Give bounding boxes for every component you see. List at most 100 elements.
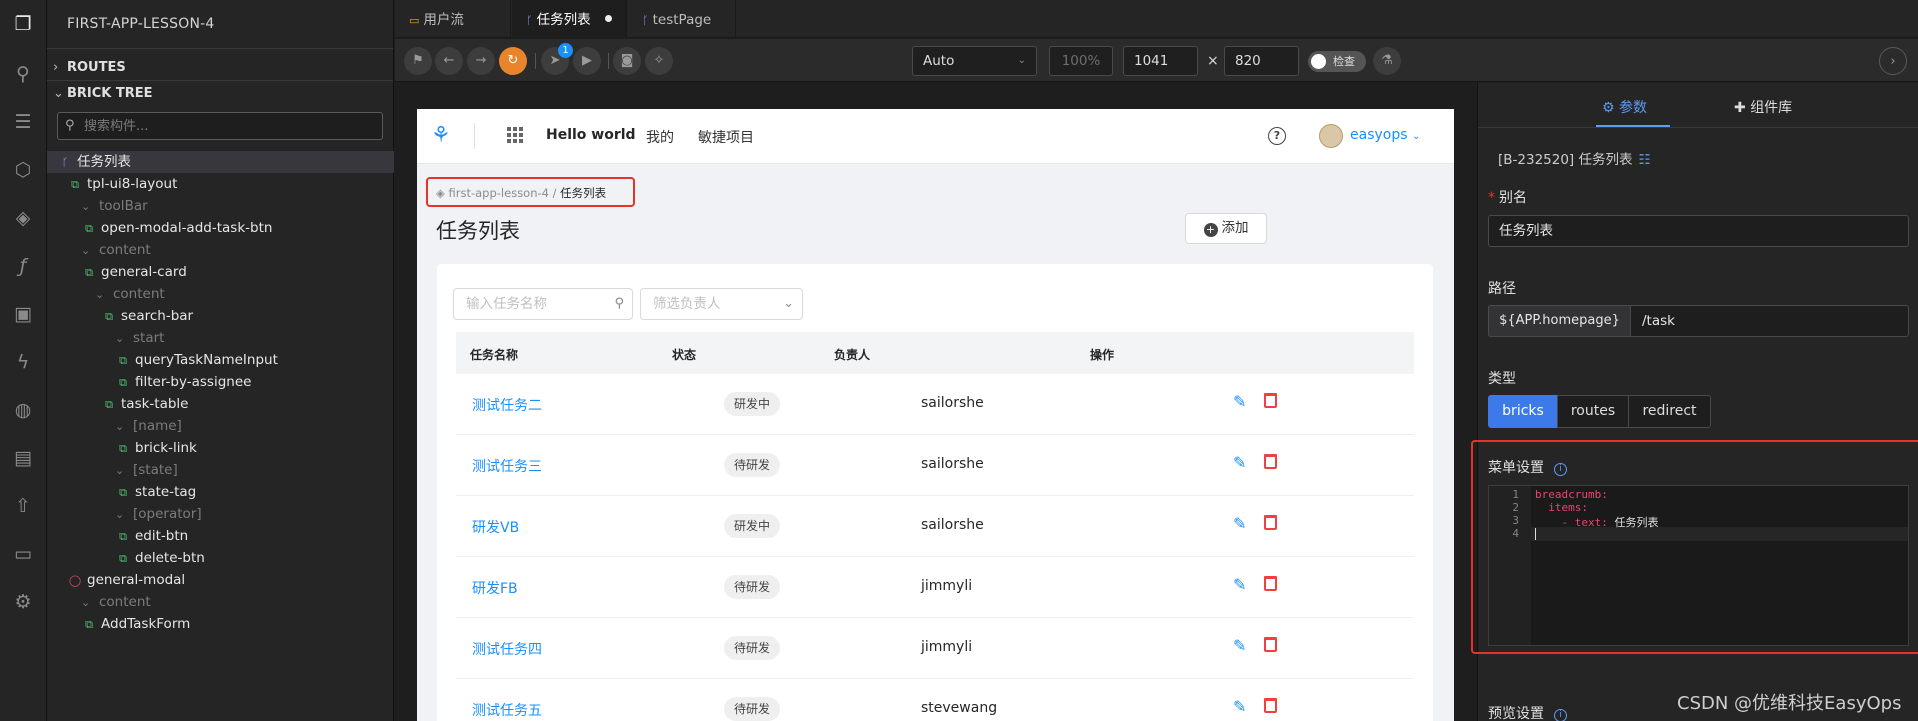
- inspect-toggle[interactable]: 检查: [1308, 51, 1366, 72]
- tree-slot[interactable]: ⌄ start: [47, 327, 394, 349]
- tree-node[interactable]: ⧉ filter-by-assignee: [47, 371, 394, 393]
- globe-icon[interactable]: ◍: [11, 398, 35, 422]
- location-pin-icon[interactable]: ⚑: [404, 47, 432, 75]
- edit-icon[interactable]: ✎: [1233, 453, 1246, 472]
- nav-item-mine[interactable]: 我的: [646, 127, 674, 147]
- routes-section[interactable]: › ROUTES: [53, 60, 126, 75]
- tree-node[interactable]: ⧉ state-tag: [47, 481, 394, 503]
- functions-icon[interactable]: ƒ: [11, 254, 35, 278]
- edit-icon[interactable]: ✎: [1233, 392, 1246, 411]
- back-icon[interactable]: ←: [435, 47, 463, 75]
- tree-node[interactable]: ⧉ delete-btn: [47, 547, 394, 569]
- bricks-icon[interactable]: ⬡: [11, 158, 35, 182]
- tree-node[interactable]: ⧉ general-card: [47, 261, 394, 283]
- user-menu[interactable]: easyops ⌄: [1350, 127, 1420, 143]
- search-icon[interactable]: ⚲: [11, 62, 35, 86]
- alias-field[interactable]: 任务列表: [1488, 215, 1909, 247]
- type-option-routes[interactable]: routes: [1557, 395, 1629, 428]
- play-icon[interactable]: ▶: [573, 47, 601, 75]
- height-field[interactable]: 820: [1224, 46, 1299, 76]
- code-line: breadcrumb:: [1535, 488, 1608, 501]
- brick-tree-section[interactable]: ⌄ BRICK TREE: [53, 86, 153, 101]
- lightbulb-icon[interactable]: ✧: [645, 47, 673, 75]
- tree-slot[interactable]: ⌄ content: [47, 283, 394, 305]
- brick-search-input[interactable]: [84, 117, 374, 135]
- layers-icon[interactable]: ◈: [11, 206, 35, 230]
- delete-icon[interactable]: [1264, 637, 1277, 652]
- help-icon[interactable]: ?: [1268, 127, 1286, 145]
- tree-slot[interactable]: ⌄ [operator]: [47, 503, 394, 525]
- tab-library[interactable]: ✚ 组件库: [1734, 97, 1792, 117]
- task-name-link[interactable]: 研发VB: [472, 517, 519, 537]
- info-icon[interactable]: i: [1554, 709, 1567, 721]
- brick-icon: ⧉: [85, 618, 93, 631]
- tree-node[interactable]: ⧉ AddTaskForm: [47, 613, 394, 635]
- reload-icon[interactable]: ↻: [499, 47, 527, 75]
- add-task-button[interactable]: + 添加: [1185, 213, 1267, 244]
- tree-slot[interactable]: ⌄ content: [47, 591, 394, 613]
- task-name-link[interactable]: 测试任务五: [472, 700, 542, 720]
- tree-node[interactable]: ᚴ 任务列表: [47, 151, 394, 173]
- tab-params[interactable]: ⚙ 参数: [1602, 97, 1647, 117]
- image-icon[interactable]: ▣: [11, 302, 35, 326]
- tab-user-flow[interactable]: ▭ 用户流: [395, 0, 511, 38]
- tree-slot[interactable]: ⌄ toolBar: [47, 195, 394, 217]
- avatar[interactable]: [1319, 124, 1343, 148]
- send-icon[interactable]: ➤ 1: [541, 43, 573, 75]
- task-name-link[interactable]: 测试任务四: [472, 639, 542, 659]
- width-field[interactable]: 1041: [1123, 46, 1198, 76]
- app-logo-icon[interactable]: ⚘: [431, 123, 451, 148]
- rocket-icon[interactable]: ⇧: [11, 494, 35, 518]
- task-name-link[interactable]: 测试任务二: [472, 395, 542, 415]
- task-name-link[interactable]: 测试任务三: [472, 456, 542, 476]
- tab-task-list[interactable]: ᚴ 任务列表: [512, 0, 627, 38]
- tree-node[interactable]: ⧉ tpl-ui8-layout: [47, 173, 394, 195]
- delete-icon[interactable]: [1264, 393, 1277, 408]
- yaml-editor[interactable]: 1 breadcrumb: 2 items: 3 - text: 任务列表 4: [1488, 485, 1909, 646]
- task-name-link[interactable]: 研发FB: [472, 578, 518, 598]
- edit-icon[interactable]: ✎: [1233, 514, 1246, 533]
- info-icon[interactable]: i: [1554, 463, 1567, 476]
- preview-settings-label: 预览设置 i: [1488, 703, 1567, 721]
- task-name-input[interactable]: 输入任务名称 ⚲: [453, 288, 633, 320]
- breadcrumb-parent[interactable]: first-app-lesson-4: [449, 186, 549, 200]
- edit-icon[interactable]: ✎: [1233, 697, 1246, 716]
- tree-slot[interactable]: ⌄ [name]: [47, 415, 394, 437]
- camera-icon[interactable]: ◙: [613, 47, 641, 75]
- pages-icon[interactable]: ❐: [11, 12, 35, 36]
- zoom-field[interactable]: 100%: [1049, 46, 1113, 76]
- delete-icon[interactable]: [1264, 454, 1277, 469]
- device-select[interactable]: Auto ⌄: [912, 46, 1037, 76]
- tree-slot[interactable]: ⌄ [state]: [47, 459, 394, 481]
- assignee-select[interactable]: 筛选负责人 ⌄: [640, 288, 803, 320]
- brick-tree-label: BRICK TREE: [67, 86, 153, 101]
- chevron-right-icon[interactable]: ›: [1879, 47, 1907, 75]
- app-grid-icon[interactable]: [507, 127, 523, 143]
- tab-test-page[interactable]: ᚴ testPage: [628, 0, 736, 38]
- delete-icon[interactable]: [1264, 698, 1277, 713]
- forward-icon[interactable]: →: [467, 47, 495, 75]
- delete-icon[interactable]: [1264, 515, 1277, 530]
- tree-node[interactable]: ⧉ open-modal-add-task-btn: [47, 217, 394, 239]
- tree-node[interactable]: ◯ general-modal: [47, 569, 394, 591]
- type-option-bricks[interactable]: bricks: [1488, 395, 1558, 428]
- tree-slot[interactable]: ⌄ content: [47, 239, 394, 261]
- delete-icon[interactable]: [1264, 576, 1277, 591]
- tree-node[interactable]: ⧉ search-bar: [47, 305, 394, 327]
- edit-icon[interactable]: ✎: [1233, 636, 1246, 655]
- nav-item-agile[interactable]: 敏捷项目: [698, 127, 754, 147]
- lightning-icon[interactable]: ϟ: [11, 350, 35, 374]
- list-icon[interactable]: ☷: [1639, 152, 1651, 168]
- edit-icon[interactable]: ✎: [1233, 575, 1246, 594]
- flask-icon[interactable]: ⚗: [1373, 47, 1401, 75]
- type-option-redirect[interactable]: redirect: [1628, 395, 1711, 428]
- list-icon[interactable]: ☰: [11, 110, 35, 134]
- document-icon[interactable]: ▤: [11, 446, 35, 470]
- monitor-icon[interactable]: ▭: [11, 542, 35, 566]
- tree-node[interactable]: ⧉ queryTaskNameInput: [47, 349, 394, 371]
- nav-app-name[interactable]: Hello world: [546, 127, 636, 143]
- tree-node[interactable]: ⧉ task-table: [47, 393, 394, 415]
- gear-icon[interactable]: ⚙: [11, 590, 35, 614]
- tree-node[interactable]: ⧉ brick-link: [47, 437, 394, 459]
- tree-node[interactable]: ⧉ edit-btn: [47, 525, 394, 547]
